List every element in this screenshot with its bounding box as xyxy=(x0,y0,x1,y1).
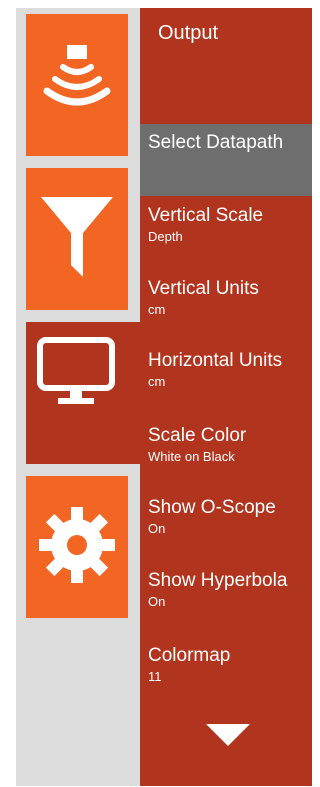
monitor-icon xyxy=(36,336,116,413)
menu-item-value: 11 xyxy=(148,669,162,684)
menu-item-value: Depth xyxy=(148,229,183,244)
filter-icon xyxy=(37,189,117,290)
select-datapath-label: Select Datapath xyxy=(148,132,284,153)
sidebar-tile-settings[interactable] xyxy=(26,476,128,618)
menu-item-title: Vertical Scale xyxy=(148,205,264,226)
menu-item-value: cm xyxy=(148,374,166,389)
sonar-signal-icon xyxy=(35,41,119,130)
select-datapath-item[interactable]: Select Datapath xyxy=(140,124,312,196)
menu-item-scale-color[interactable]: Scale Color White on Black xyxy=(148,425,312,465)
menu-item-value: On xyxy=(148,594,166,609)
menu-header: Output xyxy=(140,8,312,124)
menu-item-colormap[interactable]: Colormap 11 xyxy=(148,645,312,685)
menu-item-title: Colormap xyxy=(148,645,231,666)
sidebar-tile-output[interactable] xyxy=(26,14,128,156)
menu-item-show-hyperbola[interactable]: Show Hyperbola On xyxy=(148,570,312,610)
menu-item-value: On xyxy=(148,521,166,536)
menu-item-title: Show Hyperbola xyxy=(148,570,288,591)
menu-item-title: Show O-Scope xyxy=(148,497,276,518)
menu-item-value: cm xyxy=(148,302,166,317)
menu-item-title: Scale Color xyxy=(148,425,247,446)
sidebar-tile-display[interactable] xyxy=(26,322,140,464)
gear-icon xyxy=(37,505,117,590)
menu-item-vertical-scale[interactable]: Vertical Scale Depth xyxy=(148,205,312,245)
sidebar-tile-filter[interactable] xyxy=(26,168,128,310)
menu-item-title: Vertical Units xyxy=(148,278,259,299)
menu-item-show-oscope[interactable]: Show O-Scope On xyxy=(148,497,312,537)
menu-item-title: Horizontal Units xyxy=(148,350,283,371)
chevron-down-icon xyxy=(204,722,252,753)
menu-item-horizontal-units[interactable]: Horizontal Units cm xyxy=(148,350,312,390)
menu-item-vertical-units[interactable]: Vertical Units cm xyxy=(148,278,312,318)
menu-item-value: White on Black xyxy=(148,449,235,464)
scroll-down-button[interactable] xyxy=(202,722,254,752)
page-title: Output xyxy=(158,22,219,44)
